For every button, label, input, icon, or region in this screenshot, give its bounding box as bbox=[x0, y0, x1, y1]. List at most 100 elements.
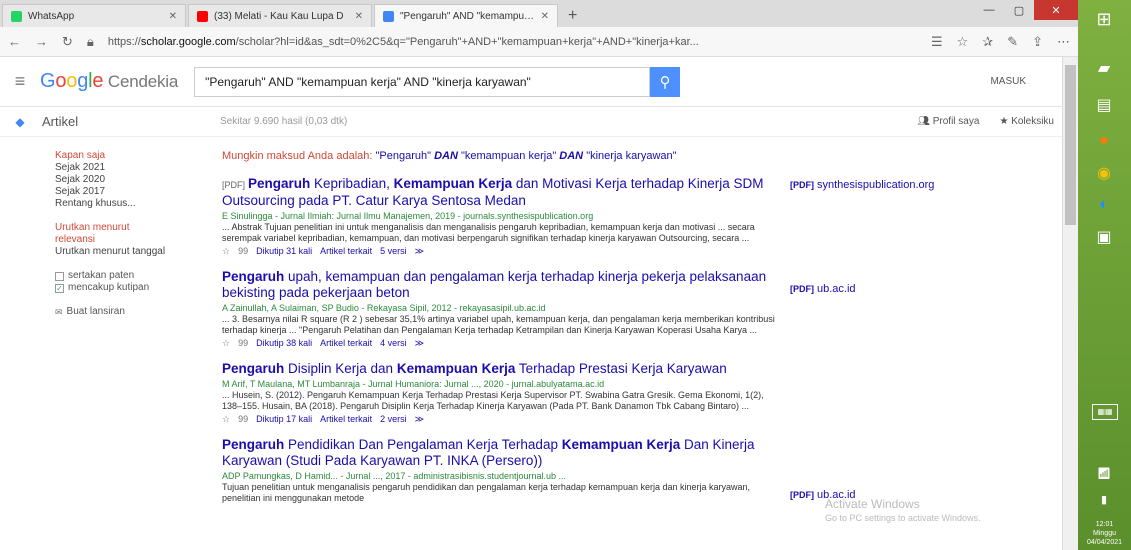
did-you-mean-link[interactable]: "Pengaruh" DAN "kemampuan kerja" DAN "ki… bbox=[376, 150, 677, 162]
related-articles-link[interactable]: Artikel terkait bbox=[320, 414, 372, 425]
menu-icon[interactable]: ≡ bbox=[0, 71, 40, 92]
save-star-icon[interactable]: ☆ bbox=[222, 338, 230, 349]
filter-since-2017[interactable]: Sejak 2017 bbox=[55, 186, 205, 198]
google-scholar-logo[interactable]: Google Cendekia bbox=[40, 70, 178, 93]
close-icon[interactable]: ✕ bbox=[355, 11, 363, 22]
result-authors: A Zainullah, A Sulaiman, SP Budio - Reka… bbox=[222, 303, 546, 313]
battery-icon[interactable]: ▮ bbox=[1086, 486, 1122, 512]
filter-since-2021[interactable]: Sejak 2021 bbox=[55, 162, 205, 174]
login-link[interactable]: MASUK bbox=[990, 76, 1026, 87]
filter-since-2020[interactable]: Sejak 2020 bbox=[55, 174, 205, 186]
windows-taskbar: ⊞ ▰ ▤ ● ◉ ◐ ▣ ▦▦ 📶︎ ▮ 12:01 Minggu 04/04… bbox=[1078, 0, 1131, 550]
more-icon[interactable]: ≫ bbox=[415, 246, 424, 257]
filter-any-time[interactable]: Kapan saja bbox=[55, 150, 205, 162]
network-icon[interactable]: 📶︎ bbox=[1086, 460, 1122, 486]
result-item: [PDF] Pengaruh Kepribadian, Kemampuan Ker… bbox=[222, 176, 782, 257]
refresh-icon[interactable]: ↻ bbox=[62, 34, 73, 50]
cited-by-link[interactable]: Dikutip 38 kali bbox=[256, 338, 312, 349]
cited-by-link[interactable]: Dikutip 17 kali bbox=[256, 414, 312, 425]
address-bar: ← → ↻ 🔒︎ https://scholar.google.com/scho… bbox=[0, 27, 1078, 57]
firefox-icon[interactable]: ● bbox=[1086, 128, 1122, 154]
cited-by-link[interactable]: Dikutip 31 kali bbox=[256, 246, 312, 257]
new-tab-button[interactable]: + bbox=[562, 4, 583, 27]
windows-start-icon[interactable]: ⊞ bbox=[1086, 6, 1122, 32]
results-list: Mungkin maksud Anda adalah: "Pengaruh" D… bbox=[222, 150, 782, 516]
minimize-icon[interactable]: — bbox=[974, 0, 1004, 20]
notes-icon[interactable]: ✎ bbox=[1007, 34, 1018, 50]
versions-link[interactable]: 4 versi bbox=[380, 338, 407, 349]
result-authors: M Arif, T Maulana, MT Lumbanraja - Jurna… bbox=[222, 379, 605, 389]
window-controls: — ▢ ✕ bbox=[974, 0, 1078, 27]
result-title-link[interactable]: Pengaruh Disiplin Kerja dan Kemampuan Ke… bbox=[222, 361, 782, 377]
keyboard-icon[interactable]: ▦▦ bbox=[1092, 404, 1118, 420]
tab-youtube[interactable]: (33) Melati - Kau Kau Lupa D ✕ bbox=[188, 4, 372, 27]
pdf-link[interactable]: [PDF] synthesispublication.org bbox=[790, 179, 934, 191]
scrollbar-thumb[interactable] bbox=[1065, 65, 1076, 225]
my-library-link[interactable]: ★ Koleksiku bbox=[999, 116, 1054, 127]
related-articles-link[interactable]: Artikel terkait bbox=[320, 338, 372, 349]
reading-view-icon[interactable]: ☰ bbox=[931, 34, 943, 50]
url-path: /scholar?hl=id&as_sdt=0%2C5&q="Pengaruh"… bbox=[235, 35, 699, 48]
result-item: Pengaruh Pendidikan Dan Pengalaman Kerja… bbox=[222, 437, 782, 504]
url-prefix: https:// bbox=[107, 35, 141, 48]
create-alert-link[interactable]: ✉ Buat lansiran bbox=[55, 306, 205, 318]
photos-icon[interactable]: ▣ bbox=[1086, 224, 1122, 250]
cite-quote-icon[interactable]: 99 bbox=[238, 338, 248, 349]
save-star-icon[interactable]: ☆ bbox=[222, 246, 230, 257]
result-title-link[interactable]: Pengaruh upah, kemampuan dan pengalaman … bbox=[222, 269, 782, 301]
save-star-icon[interactable]: ☆ bbox=[222, 414, 230, 425]
tab-whatsapp[interactable]: WhatsApp ✕ bbox=[2, 4, 186, 27]
versions-link[interactable]: 5 versi bbox=[380, 246, 407, 257]
forward-arrow-icon[interactable]: → bbox=[35, 34, 48, 49]
close-icon[interactable]: ✕ bbox=[541, 11, 549, 22]
cite-quote-icon[interactable]: 99 bbox=[238, 414, 248, 425]
more-icon[interactable]: ⋯ bbox=[1057, 34, 1070, 50]
app-icon[interactable]: ▰ bbox=[1086, 55, 1122, 81]
versions-link[interactable]: 2 versi bbox=[380, 414, 407, 425]
sort-date[interactable]: Urutkan menurut tanggal bbox=[55, 246, 205, 258]
result-authors: E Sinulingga - Jurnal Ilmiah: Jurnal Ilm… bbox=[222, 211, 594, 221]
my-profile-link[interactable]: 👥︎ Profil saya bbox=[917, 116, 979, 127]
search-input[interactable]: "Pengaruh" AND "kemampuan kerja" AND "ki… bbox=[194, 66, 651, 97]
url-field[interactable]: https://scholar.google.com/scholar?hl=id… bbox=[108, 36, 917, 48]
tab-label: WhatsApp bbox=[28, 10, 75, 22]
tab-label: (33) Melati - Kau Kau Lupa D bbox=[214, 10, 344, 22]
activate-windows-watermark: Activate Windows Go to PC settings to ac… bbox=[825, 497, 981, 523]
taskbar-clock[interactable]: 12:01 Minggu 04/04/2021 bbox=[1078, 520, 1131, 547]
include-patents-checkbox[interactable]: sertakan paten bbox=[55, 270, 205, 282]
search-button[interactable]: ⚲ bbox=[650, 66, 681, 97]
pdf-link[interactable]: [PDF] ub.ac.id bbox=[790, 283, 856, 295]
scholar-header: ≡ Google Cendekia "Pengaruh" AND "kemamp… bbox=[0, 57, 1062, 107]
page-scrollbar[interactable] bbox=[1062, 57, 1078, 550]
result-snippet: ... 3. Besarnya nilai R square (R 2 ) se… bbox=[222, 314, 775, 335]
related-articles-link[interactable]: Artikel terkait bbox=[320, 246, 372, 257]
favorite-star-icon[interactable]: ☆ bbox=[957, 34, 969, 50]
tab-scholar[interactable]: "Pengaruh" AND "kemampuan k ✕ bbox=[374, 4, 558, 27]
filter-custom-range[interactable]: Rentang khusus... bbox=[55, 198, 205, 210]
window-close-icon[interactable]: ✕ bbox=[1034, 0, 1078, 20]
did-you-mean: Mungkin maksud Anda adalah: "Pengaruh" D… bbox=[222, 150, 677, 162]
lock-icon: 🔒︎ bbox=[86, 33, 94, 49]
more-icon[interactable]: ≫ bbox=[415, 414, 424, 425]
app-circle-icon[interactable]: ◉ bbox=[1086, 160, 1122, 186]
edge-icon[interactable]: ◐ bbox=[1086, 192, 1122, 218]
include-citations-checkbox[interactable]: ✓ mencakup kutipan bbox=[55, 282, 205, 294]
maximize-icon[interactable]: ▢ bbox=[1004, 0, 1034, 20]
close-icon[interactable]: ✕ bbox=[169, 11, 177, 22]
favorites-hub-icon[interactable]: ✰ bbox=[982, 34, 993, 50]
checkmark-icon: ✓ bbox=[55, 283, 64, 293]
tab-label: "Pengaruh" AND "kemampuan k bbox=[400, 10, 535, 22]
filter-sidebar: Kapan saja Sejak 2021 Sejak 2020 Sejak 2… bbox=[55, 150, 205, 318]
result-item: Pengaruh Disiplin Kerja dan Kemampuan Ke… bbox=[222, 361, 782, 425]
section-selector[interactable]: Artikel bbox=[40, 114, 220, 129]
share-icon[interactable]: ⇪ bbox=[1032, 34, 1043, 50]
result-title-link[interactable]: Pengaruh Pendidikan Dan Pengalaman Kerja… bbox=[222, 437, 782, 469]
cite-quote-icon[interactable]: 99 bbox=[238, 246, 248, 257]
sort-relevance[interactable]: Urutkan menurut relevansi bbox=[55, 222, 135, 246]
more-icon[interactable]: ≫ bbox=[415, 338, 424, 349]
youtube-icon bbox=[197, 10, 208, 22]
result-title-link[interactable]: [PDF] Pengaruh Kepribadian, Kemampuan Ker… bbox=[222, 176, 782, 209]
back-arrow-icon[interactable]: ← bbox=[8, 34, 21, 49]
whatsapp-icon bbox=[11, 10, 22, 22]
file-explorer-icon[interactable]: ▤ bbox=[1086, 92, 1122, 118]
